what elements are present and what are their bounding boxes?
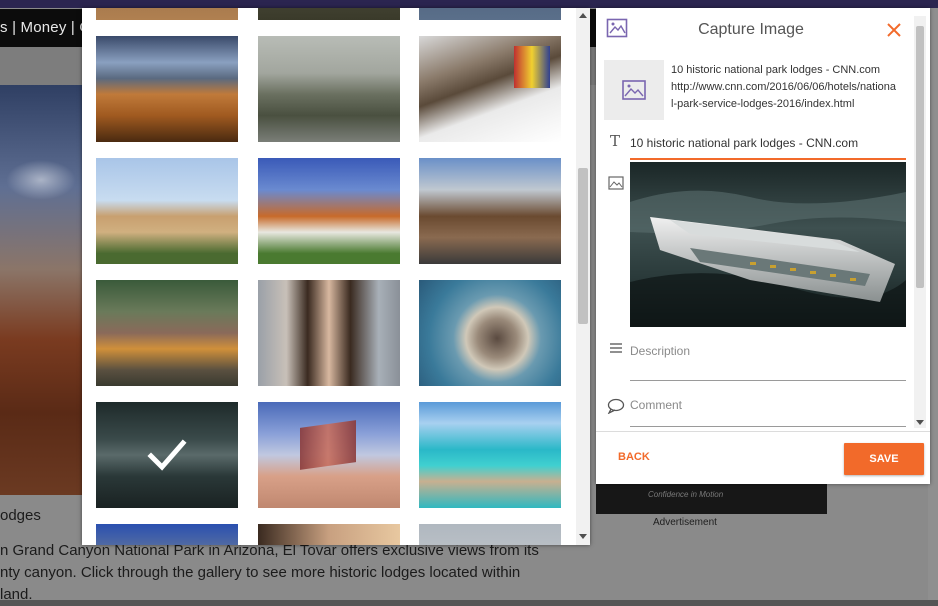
scroll-up-arrow-icon[interactable] bbox=[579, 13, 587, 18]
page-title-text: 10 historic national park lodges - CNN.c… bbox=[671, 64, 881, 76]
browser-top-stripe bbox=[0, 0, 938, 8]
title-input[interactable] bbox=[630, 128, 906, 160]
image-gallery bbox=[82, 8, 590, 545]
page-thumbnail bbox=[604, 60, 664, 120]
scroll-down-arrow-icon[interactable] bbox=[579, 534, 587, 539]
gallery-thumb-solar-film[interactable] bbox=[258, 402, 400, 508]
advertisement-label: Advertisement bbox=[653, 517, 717, 528]
gallery-thumb-white-inn-autumn[interactable] bbox=[258, 158, 400, 264]
article-caption-body: n Grand Canyon National Park in Arizona,… bbox=[0, 540, 560, 606]
caption-line: nty canyon. Click through the gallery to… bbox=[0, 564, 521, 581]
panel-title: Capture Image bbox=[698, 21, 804, 38]
checkmark-icon bbox=[147, 439, 187, 471]
gallery-scrollbar[interactable] bbox=[576, 8, 590, 545]
panel-scrollbar[interactable] bbox=[914, 16, 926, 428]
image-placeholder-icon bbox=[622, 80, 646, 100]
gallery-thumb-historic-hotel[interactable] bbox=[96, 158, 238, 264]
article-caption-title: odges bbox=[0, 507, 41, 524]
gallery-thumb-partial-bottom[interactable] bbox=[419, 524, 561, 545]
description-icon bbox=[610, 343, 622, 353]
comment-placeholder: Comment bbox=[630, 398, 683, 412]
gallery-thumb-foggy-lodge[interactable] bbox=[258, 36, 400, 142]
gallery-thumb-beach-walkway[interactable] bbox=[419, 402, 561, 508]
site-nav-text[interactable]: s | Money | O bbox=[0, 19, 91, 36]
back-button[interactable]: BACK bbox=[618, 451, 650, 463]
selected-image-preview bbox=[630, 162, 906, 327]
ad-tagline: Confidence in Motion bbox=[648, 490, 724, 499]
description-field[interactable]: Description bbox=[630, 342, 906, 381]
gallery-thumb-partial-top[interactable] bbox=[258, 8, 400, 20]
gallery-thumb-partial-bottom[interactable] bbox=[96, 524, 238, 545]
hero-clouds bbox=[6, 160, 76, 200]
gallery-thumb-stone-lodge[interactable] bbox=[96, 280, 238, 386]
panel-scroll-thumb[interactable] bbox=[916, 26, 924, 288]
description-placeholder: Description bbox=[630, 344, 691, 358]
gallery-thumb-woman-portrait[interactable] bbox=[258, 280, 400, 386]
save-button[interactable]: SAVE bbox=[844, 443, 924, 475]
scroll-down-arrow-icon[interactable] bbox=[916, 420, 924, 425]
gallery-thumb-partial-top[interactable] bbox=[96, 8, 238, 20]
gallery-thumb-open-pit-mine[interactable] bbox=[419, 280, 561, 386]
gallery-thumb-partial-top[interactable] bbox=[419, 8, 561, 20]
gallery-thumb-log-cabin-snow[interactable] bbox=[419, 36, 561, 142]
close-icon[interactable] bbox=[884, 20, 904, 40]
gallery-thumb-lake-balcony[interactable] bbox=[96, 36, 238, 142]
panel-footer: BACK SAVE bbox=[596, 431, 930, 485]
gallery-thumb-geyser-crowd[interactable] bbox=[419, 158, 561, 264]
comment-field[interactable]: Comment bbox=[630, 398, 906, 427]
comment-icon bbox=[607, 398, 625, 414]
capture-image-panel: Capture Image 10 historic national park … bbox=[596, 8, 930, 484]
text-icon: T bbox=[610, 132, 621, 150]
gallery-scroll-thumb[interactable] bbox=[578, 168, 588, 324]
gallery-thumb-cruise-ship[interactable] bbox=[96, 402, 238, 508]
page-url-text: http://www.cnn.com/2016/06/06/hotels/nat… bbox=[671, 81, 897, 110]
gallery-thumb-partial-bottom[interactable] bbox=[258, 524, 400, 545]
hero-image-canyon bbox=[0, 85, 82, 495]
caption-line: land. bbox=[0, 586, 33, 603]
image-icon bbox=[608, 176, 624, 190]
